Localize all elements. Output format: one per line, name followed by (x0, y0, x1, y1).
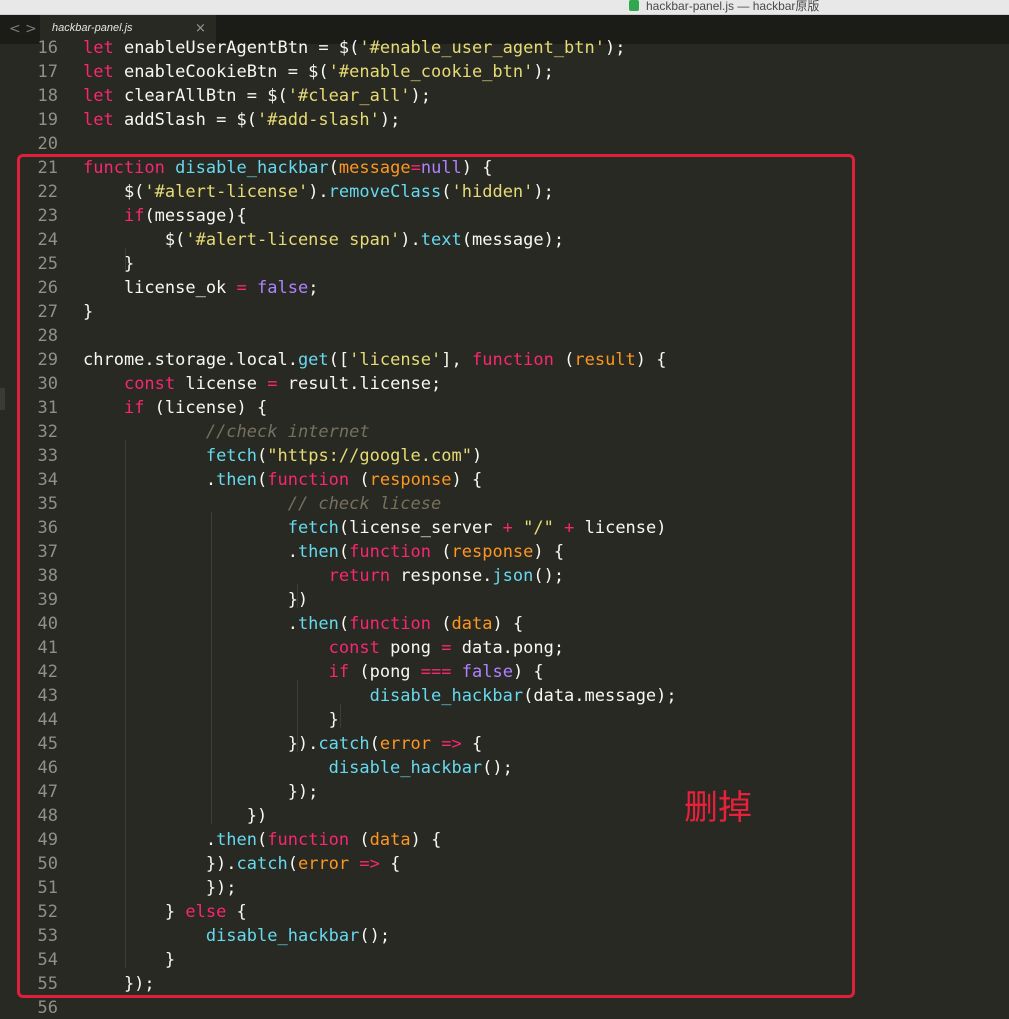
line-source: let enableCookieBtn = $('#enable_cookie_… (83, 60, 554, 84)
code-token: let (83, 110, 114, 130)
line-source: let clearAllBtn = $('#clear_all'); (83, 84, 431, 108)
code-token: enableCookieBtn = $( (113, 62, 329, 82)
annotation-label: 删掉 (684, 788, 752, 828)
code-token: '#enable_user_agent_btn' (359, 38, 605, 58)
code-token: clearAllBtn = $( (113, 86, 288, 106)
code-token: let (83, 38, 114, 58)
window-title: hackbar-panel.js — hackbar原版 (646, 0, 820, 13)
code-line[interactable]: 19 let addSlash = $('#add-slash'); (0, 108, 1009, 132)
line-source: let addSlash = $('#add-slash'); (83, 108, 400, 132)
code-token: '#enable_cookie_btn' (328, 62, 534, 82)
code-token: ); (379, 110, 401, 130)
window-titlebar: hackbar-panel.js — hackbar原版 (0, 0, 1009, 15)
code-line[interactable]: 16 let enableUserAgentBtn = $('#enable_us… (0, 36, 1009, 60)
line-number: 56 (37, 998, 58, 1018)
code-line[interactable]: 17 let enableCookieBtn = $('#enable_cooki… (0, 60, 1009, 84)
code-token: let (83, 62, 114, 82)
forward-icon[interactable]: > (25, 21, 37, 37)
code-token: let (83, 86, 114, 106)
line-number: 18 (37, 86, 58, 106)
code-token: ); (533, 62, 554, 82)
code-token: ); (410, 86, 432, 106)
code-token: ); (605, 38, 626, 58)
back-icon[interactable]: < (9, 21, 21, 37)
line-number: 16 (37, 38, 58, 58)
code-line[interactable]: 20 (0, 132, 1009, 156)
file-icon (629, 0, 639, 11)
gutter-marker (0, 388, 5, 410)
highlight-box (17, 154, 855, 998)
close-icon[interactable]: × (195, 21, 206, 36)
code-token: '#add-slash' (257, 110, 380, 130)
line-number: 20 (37, 134, 58, 154)
code-token: addSlash = $( (113, 110, 258, 130)
code-line[interactable]: 18 let clearAllBtn = $('#clear_all'); (0, 84, 1009, 108)
code-line[interactable]: 56 (0, 996, 1009, 1019)
line-number: 17 (37, 62, 58, 82)
code-token: enableUserAgentBtn = $( (113, 38, 360, 58)
line-source: let enableUserAgentBtn = $('#enable_user… (83, 36, 625, 60)
tab-label: hackbar-panel.js (52, 22, 133, 34)
line-number: 19 (37, 110, 58, 130)
code-token: '#clear_all' (287, 86, 411, 106)
